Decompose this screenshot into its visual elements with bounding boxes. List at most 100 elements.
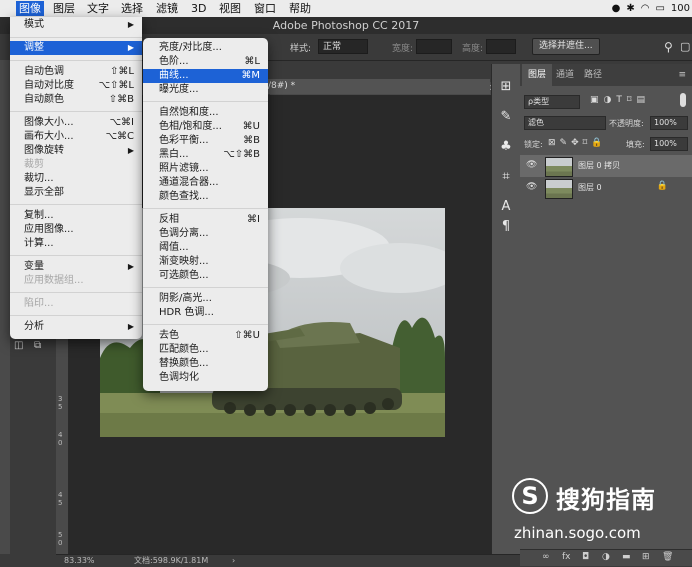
menu-item-auto-tone[interactable]: 自动色调 ⇧⌘L (10, 65, 142, 79)
menu-item-color-lookup[interactable]: 颜色查找... (143, 190, 268, 204)
opacity-label: 不透明度: (609, 119, 644, 128)
tab-channels[interactable]: 通道 (550, 64, 580, 86)
menu-window[interactable]: 窗口 (251, 1, 279, 16)
menu-layer[interactable]: 图层 (50, 1, 78, 16)
submenu-arrow-icon: ▶ (127, 322, 134, 331)
add-mask-icon[interactable]: ◘ (582, 552, 589, 562)
paragraph-icon[interactable]: ¶ (496, 218, 516, 236)
menu-item-image-size[interactable]: 图像大小... ⌥⌘I (10, 116, 142, 130)
layer-row-base[interactable]: 👁 图层 0 🔒 (520, 177, 692, 199)
menu-item-trim[interactable]: 裁切... (10, 172, 142, 186)
menu-item-gradient-map[interactable]: 渐变映射... (143, 255, 268, 269)
menu-select[interactable]: 选择 (118, 1, 146, 16)
menu-image[interactable]: 图像 (16, 1, 44, 16)
menu-item-shadows-highlights[interactable]: 阴影/高光... (143, 292, 268, 306)
tab-layers[interactable]: 图层 (522, 64, 553, 86)
menu-item-apply-image[interactable]: 应用图像... (10, 223, 142, 237)
filter-toggle[interactable] (680, 93, 686, 107)
menu-item-curves[interactable]: 曲线... ⌘M (143, 69, 268, 83)
menu-item-equalize[interactable]: 色调均化 (143, 371, 268, 385)
menu-item-image-rotation[interactable]: 图像旋转 ▶ (10, 144, 142, 158)
menu-item-channel-mixer[interactable]: 通道混合器... (143, 176, 268, 190)
link-layers-icon[interactable]: ∞ (542, 552, 550, 562)
status-arrow-icon[interactable]: › (232, 555, 235, 567)
menu-item-auto-color[interactable]: 自动颜色 ⇧⌘B (10, 93, 142, 107)
bluetooth-icon[interactable]: ✱ (626, 3, 634, 14)
menu-view[interactable]: 视图 (216, 1, 244, 16)
menu-item-photo-filter[interactable]: 照片滤镜... (143, 162, 268, 176)
menu-item-auto-contrast[interactable]: 自动对比度 ⌥⇧⌘L (10, 79, 142, 93)
menu-item-mode[interactable]: 模式 ▶ (10, 18, 142, 32)
trash-icon[interactable]: 🗑 (662, 552, 673, 562)
apple-menu-icon[interactable] (0, 1, 2, 16)
character-icon[interactable]: A (496, 198, 516, 216)
adjustment-layer-icon[interactable]: ◑ (602, 552, 610, 562)
menu-item-brightness-contrast[interactable]: 亮度/对比度... (143, 41, 268, 55)
quick-mask-icon[interactable]: ◫ (14, 340, 23, 351)
workspace-icon[interactable]: ▢ (680, 40, 690, 53)
menu-item-calculations[interactable]: 计算... (10, 237, 142, 251)
wifi-icon[interactable]: ◠ (641, 3, 650, 14)
opacity-field[interactable]: 100% (650, 116, 688, 130)
document-tab[interactable]: /8#) * (262, 79, 490, 94)
menu-item-match-color[interactable]: 匹配颜色... (143, 343, 268, 357)
menu-type[interactable]: 文字 (84, 1, 112, 16)
height-label: 高度: (462, 44, 484, 54)
menu-item-adjustments[interactable]: 调整 ▶ (10, 41, 142, 55)
menu-item-desaturate[interactable]: 去色 ⇧⌘U (143, 329, 268, 343)
brush-icon[interactable]: ✎ (496, 108, 516, 126)
menu-item-selective-color[interactable]: 可选颜色... (143, 269, 268, 283)
new-group-icon[interactable]: ▬ (622, 552, 631, 562)
width-field[interactable] (416, 39, 452, 54)
menu-item-duplicate[interactable]: 复制... (10, 209, 142, 223)
menu-item-invert[interactable]: 反相 ⌘I (143, 213, 268, 227)
lock-icons[interactable]: ⊠✎✥⌑🔒 (548, 138, 606, 148)
watermark-url: zhinan.sogo.com (514, 524, 641, 542)
menu-item-black-white[interactable]: 黑白... ⌥⇧⌘B (143, 148, 268, 162)
menu-item-threshold[interactable]: 阈值... (143, 241, 268, 255)
zoom-level[interactable]: 83.33% (64, 555, 95, 567)
layer-filter-select[interactable]: ρ类型 (524, 95, 580, 109)
height-field[interactable] (486, 39, 516, 54)
tab-paths[interactable]: 路径 (578, 64, 608, 86)
layer-row-copy[interactable]: 👁 图层 0 拷贝 (520, 155, 692, 177)
menu-item-exposure[interactable]: 曝光度... (143, 83, 268, 97)
menu-item-posterize[interactable]: 色调分离... (143, 227, 268, 241)
visibility-eye-icon[interactable]: 👁 (526, 182, 538, 192)
new-layer-icon[interactable]: ⊞ (642, 552, 650, 562)
menu-item-replace-color[interactable]: 替换颜色... (143, 357, 268, 371)
submenu-arrow-icon: ▶ (127, 146, 134, 155)
qq-icon[interactable]: ● (612, 3, 621, 14)
screen-mode-icon[interactable]: ⧉ (34, 340, 41, 351)
menu-item-analysis[interactable]: 分析 ▶ (10, 320, 142, 334)
menu-item-color-balance[interactable]: 色彩平衡... ⌘B (143, 134, 268, 148)
menu-3d[interactable]: 3D (188, 1, 209, 16)
filter-icons[interactable]: ▣◑T⌑▤ (590, 95, 650, 105)
select-and-mask-button[interactable]: 选择并遮住... (532, 38, 600, 55)
history-icon[interactable]: ⊞ (496, 78, 516, 96)
crop-icon[interactable]: ⌗ (496, 168, 516, 186)
layer-name: 图层 0 拷贝 (578, 161, 621, 170)
airplay-icon[interactable]: ▭ (655, 3, 664, 14)
panel-menu-icon[interactable]: ≡ (678, 70, 686, 80)
menu-help[interactable]: 帮助 (286, 1, 314, 16)
battery-label[interactable]: 100 (671, 3, 690, 14)
style-select[interactable]: 正常 (318, 39, 368, 54)
menu-item-vibrance[interactable]: 自然饱和度... (143, 106, 268, 120)
visibility-eye-icon[interactable]: 👁 (526, 160, 538, 170)
menu-item-levels[interactable]: 色阶... ⌘L (143, 55, 268, 69)
fx-icon[interactable]: fx (562, 552, 571, 562)
menu-item-hue-saturation[interactable]: 色相/饱和度... ⌘U (143, 120, 268, 134)
menu-item-canvas-size[interactable]: 画布大小... ⌥⌘C (10, 130, 142, 144)
adjustments-submenu: 亮度/对比度... 色阶... ⌘L 曲线... ⌘M 曝光度... 自然饱和度..… (143, 38, 268, 391)
search-icon[interactable]: ⚲ (664, 40, 673, 54)
width-label: 宽度: (392, 44, 414, 54)
clone-source-icon[interactable]: ♣ (496, 138, 516, 156)
fill-field[interactable]: 100% (650, 137, 688, 151)
submenu-arrow-icon: ▶ (127, 20, 134, 29)
menu-item-hdr-toning[interactable]: HDR 色调... (143, 306, 268, 320)
menu-item-reveal-all[interactable]: 显示全部 (10, 186, 142, 200)
blend-mode-select[interactable]: 滤色 (524, 116, 606, 130)
menu-item-variables[interactable]: 变量 ▶ (10, 260, 142, 274)
menu-filter[interactable]: 滤镜 (153, 1, 181, 16)
